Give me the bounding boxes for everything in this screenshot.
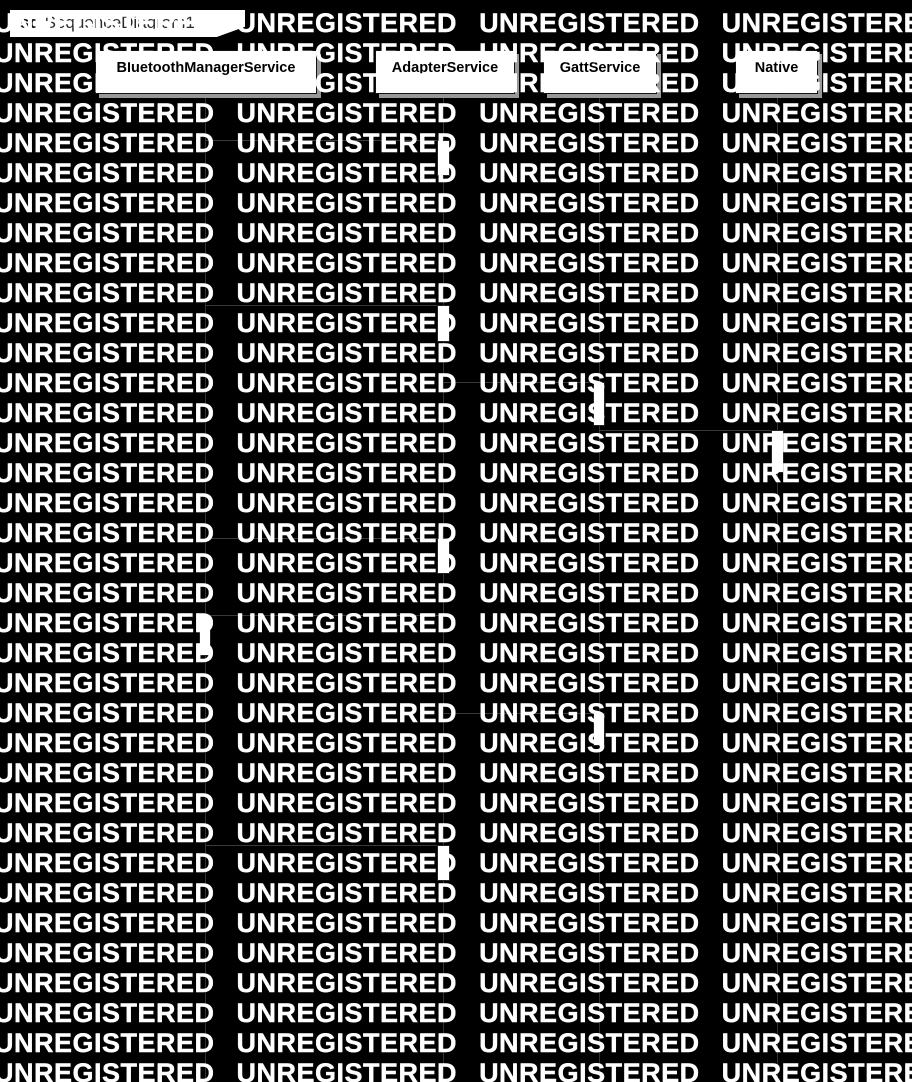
lifeline-header-gattservice[interactable]: GattService	[543, 50, 657, 94]
activation-bar	[593, 382, 605, 426]
lifeline-label: AdapterService	[391, 60, 499, 76]
message-line	[205, 615, 443, 616]
frame-label: sd SequenceDiagram1	[10, 10, 245, 37]
message-line	[443, 382, 593, 383]
message-line	[599, 430, 771, 431]
message-line	[205, 140, 437, 141]
message-line	[443, 713, 593, 714]
lifeline-stem	[599, 94, 600, 1082]
lifeline-header-native[interactable]: Native	[735, 50, 818, 94]
sequence-diagram-canvas: BluetoothManagerService AdapterService Gat…	[0, 0, 912, 1082]
lifeline-label: Native	[754, 60, 799, 76]
lifeline-header-bluetoothmanagerservice[interactable]: BluetoothManagerService	[95, 50, 317, 94]
activation-bar	[199, 615, 211, 656]
lifeline-header-adapterservice[interactable]: AdapterService	[375, 50, 515, 94]
activation-bar	[437, 538, 450, 574]
lifeline-stem	[205, 94, 206, 1082]
message-line	[205, 305, 437, 306]
activation-bar	[437, 140, 450, 176]
activation-bar	[771, 430, 784, 473]
activation-bar	[437, 305, 450, 342]
frame-title: SequenceDiagram1	[44, 13, 195, 32]
diagram-layer: BluetoothManagerService AdapterService Gat…	[0, 0, 912, 1082]
lifeline-stem	[777, 94, 778, 1082]
message-line	[205, 538, 437, 539]
activation-bar	[593, 713, 605, 746]
lifeline-label: GattService	[559, 60, 641, 76]
lifeline-label: BluetoothManagerService	[116, 60, 296, 76]
frame-stereotype: sd	[20, 13, 40, 32]
activation-bar	[437, 845, 450, 881]
message-line	[205, 845, 437, 846]
lifeline-stem	[443, 94, 444, 1082]
